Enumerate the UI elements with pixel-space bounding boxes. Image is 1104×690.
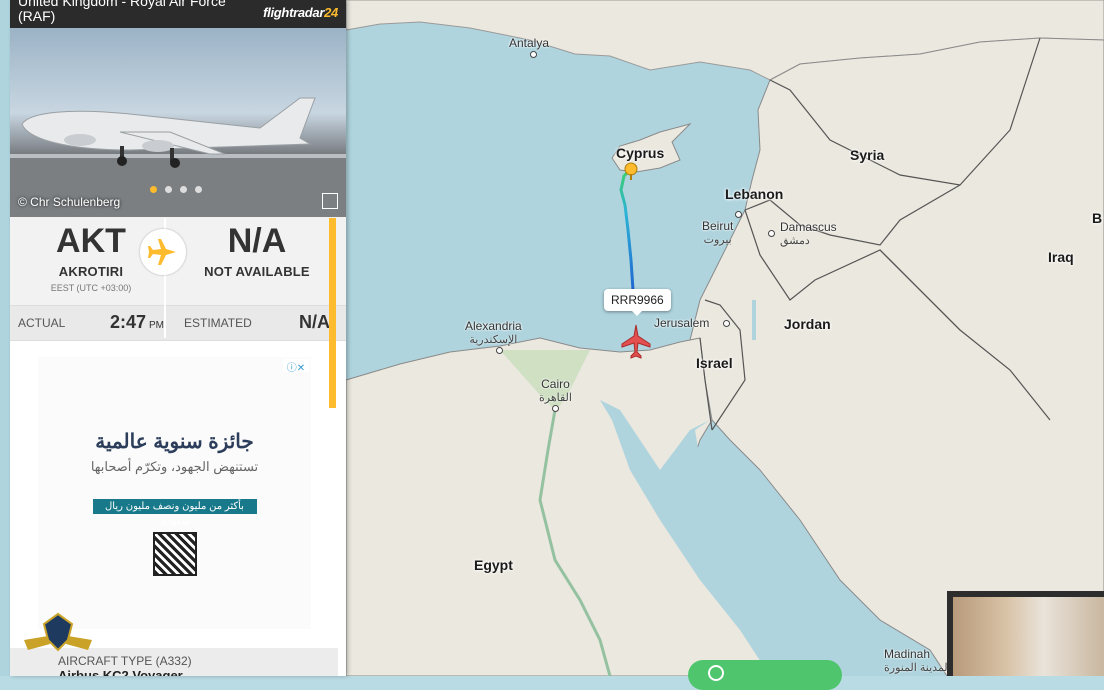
estimated-label: ESTIMATED [184, 316, 252, 330]
city-cairo: Cairo القاهرة [539, 377, 572, 404]
callsign-label[interactable]: RRR9966 [604, 289, 671, 316]
city-dot [768, 230, 775, 237]
city-dot [735, 211, 742, 218]
watermark-logo-icon [24, 612, 92, 652]
carousel-dot[interactable] [150, 186, 157, 193]
city-alexandria: Alexandria الإسكندرية [465, 319, 522, 346]
photo-carousel-dots[interactable] [150, 186, 202, 193]
flightradar24-logo[interactable]: flightradar24 [263, 5, 338, 20]
country-jordan: Jordan [784, 316, 831, 332]
origin-timezone: EEST (UTC +03:00) [50, 283, 132, 293]
carousel-dot[interactable] [180, 186, 187, 193]
qr-code-icon [152, 532, 197, 576]
plane-icon [140, 229, 186, 275]
edge-label: B [1092, 210, 1103, 226]
carousel-dot[interactable] [195, 186, 202, 193]
country-israel: Israel [696, 355, 733, 371]
video-overlay[interactable] [947, 591, 1104, 676]
video-frame [953, 597, 1104, 676]
city-madinah: Madinah المدينة المنورة [884, 647, 951, 674]
city-dot [723, 320, 730, 327]
advertisement[interactable]: ⓘ✕ جائزة سنوية عالمية تستنهض الجهود، وتك… [38, 357, 311, 629]
flight-info-panel: United Kingdom - Royal Air Force (RAF) f… [10, 0, 346, 676]
times-row: ACTUAL 2:47 PM ESTIMATED N/A [10, 306, 346, 341]
ad-subtitle: تستنهض الجهود، وتكرّم أصحابها [90, 459, 259, 474]
ad-prize-banner: بأكثر من مليون ونصف مليون ريال سعودي [92, 499, 257, 527]
estimated-time-cell: ESTIMATED N/A [176, 306, 340, 340]
city-dot [552, 405, 559, 412]
estimated-time: N/A [299, 312, 330, 332]
city-jerusalem: Jerusalem [654, 316, 710, 330]
map-action-button[interactable] [688, 660, 842, 690]
city-antalya: Antalya [509, 36, 550, 50]
expand-icon[interactable] [322, 193, 338, 209]
ad-choices-icon[interactable]: ⓘ✕ [283, 359, 309, 374]
destination-code: N/A [227, 222, 287, 260]
operator-name: United Kingdom - Royal Air Force (RAF) [18, 0, 226, 24]
ad-title: جائزة سنوية عالمية [95, 431, 254, 453]
city-beirut: Beirut بيروت [702, 219, 734, 246]
actual-time: 2:47 PM [109, 312, 164, 332]
destination-airport: N/A NOT AVAILABLE [176, 217, 338, 279]
panel-header: United Kingdom - Royal Air Force (RAF) f… [10, 0, 346, 28]
country-iraq: Iraq [1048, 249, 1074, 265]
actual-time-cell: ACTUAL 2:47 PM [10, 306, 174, 340]
country-egypt: Egypt [474, 557, 513, 573]
actual-label: ACTUAL [18, 316, 66, 330]
flight-progress-bar [329, 218, 336, 408]
dead-sea [752, 300, 756, 340]
aircraft-photo[interactable]: © Chr Schulenberg [10, 28, 346, 217]
city-damascus: Damascus دمشق [780, 220, 837, 247]
carousel-dot[interactable] [165, 186, 172, 193]
country-lebanon: Lebanon [725, 186, 784, 202]
city-dot [530, 51, 537, 58]
country-cyprus: Cyprus [616, 145, 665, 161]
city-dot [496, 347, 503, 354]
destination-name: NOT AVAILABLE [204, 264, 310, 279]
widget-icon [708, 665, 724, 681]
photo-credit: © Chr Schulenberg [18, 195, 121, 209]
country-syria: Syria [850, 147, 885, 163]
